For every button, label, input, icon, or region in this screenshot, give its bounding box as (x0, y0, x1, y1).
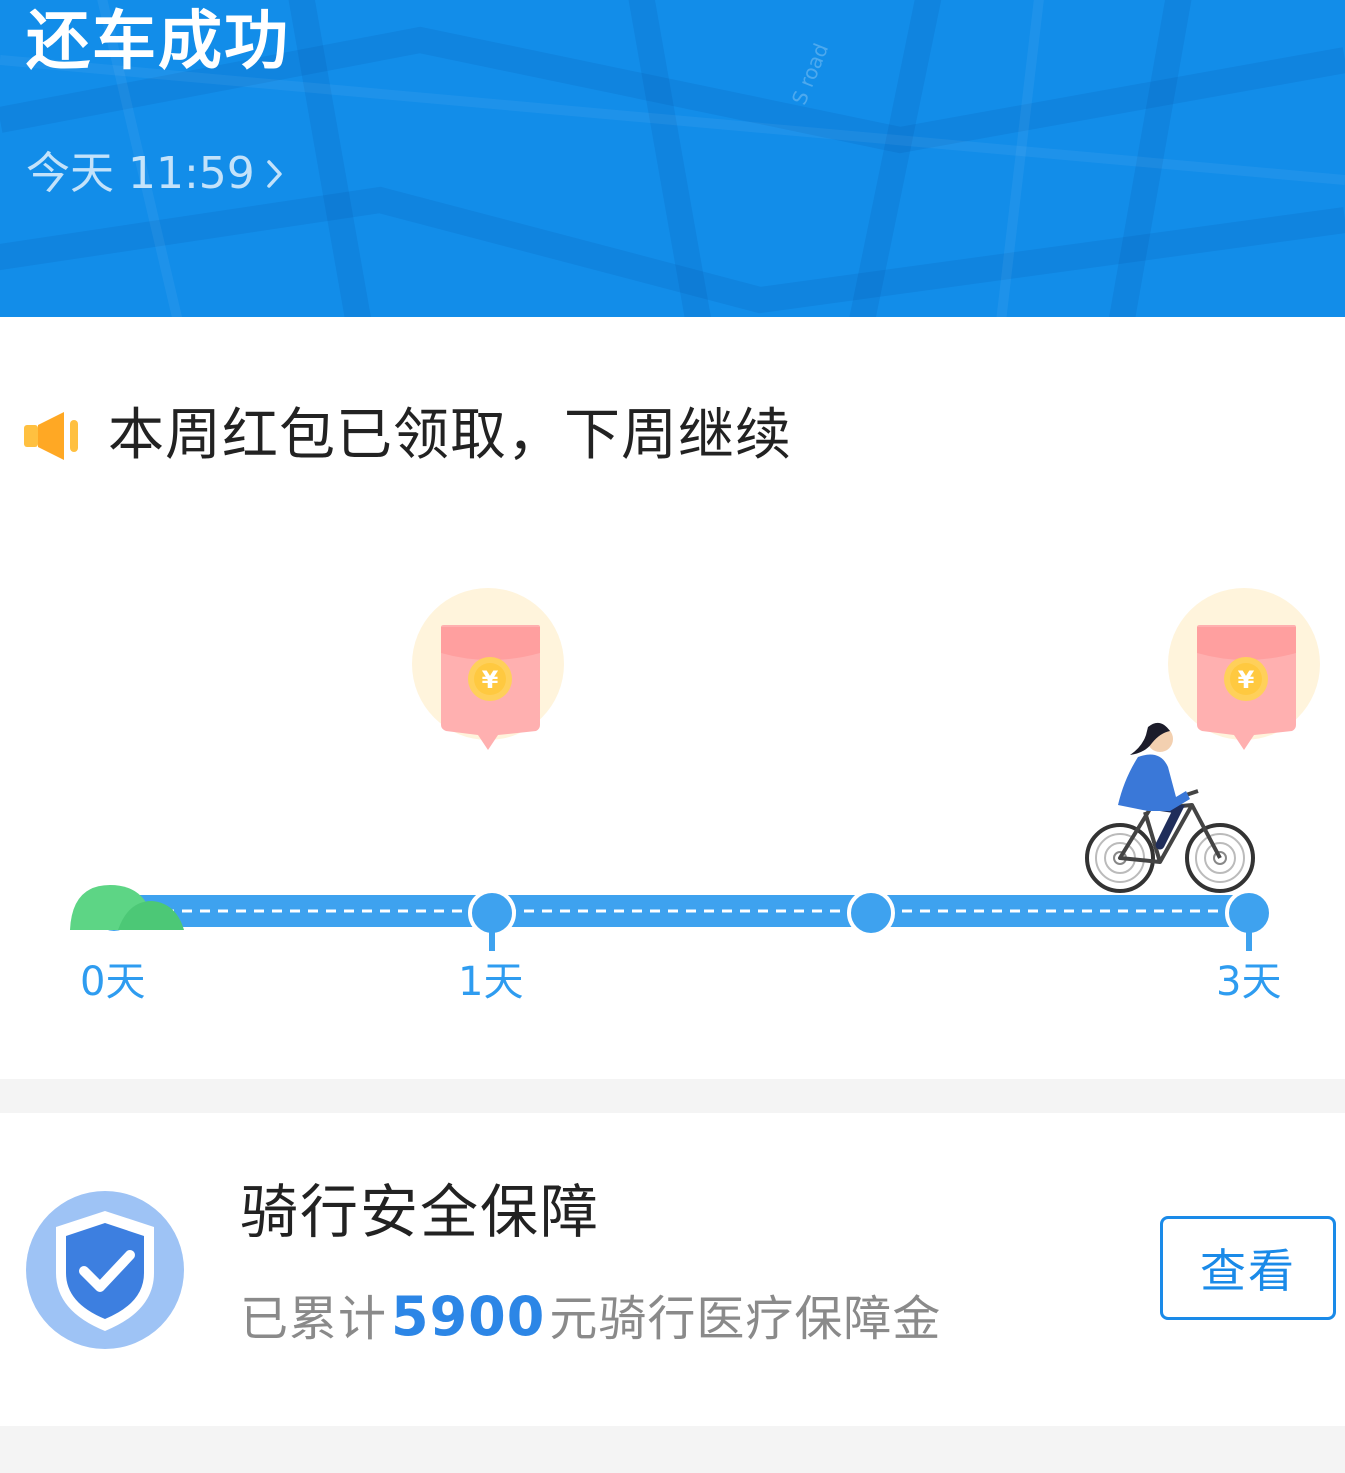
day-label-0: 0天 (80, 959, 146, 1005)
progress-track: ¥ ¥ (70, 588, 1320, 951)
red-envelope-icon[interactable]: ¥ (1168, 588, 1320, 750)
page-title: 还车成功 (26, 5, 290, 79)
red-envelope-card: 本周红包已领取，下周继续 ¥ ¥ 0天 1天 3天 (0, 317, 1345, 1079)
view-insurance-button[interactable]: 查看 (1160, 1216, 1336, 1320)
header: S road 还车成功 今天 11:59 (0, 0, 1345, 317)
return-time-link[interactable]: 今天 11:59 (26, 146, 285, 202)
insurance-subtitle-suffix: 元骑行医疗保障金 (549, 1291, 942, 1347)
day-label-1: 1天 (458, 959, 524, 1005)
red-envelope-icon[interactable]: ¥ (412, 588, 564, 750)
insurance-subtitle-prefix: 已累计 (240, 1291, 388, 1347)
progress-node (847, 889, 895, 937)
insurance-subtitle: 已累计 5900 元骑行医疗保障金 (240, 1283, 941, 1353)
hill-icon (70, 885, 184, 930)
svg-text:¥: ¥ (1238, 666, 1255, 694)
shield-check-icon (26, 1189, 184, 1355)
progress-node (468, 889, 516, 951)
cyclist-icon (1085, 722, 1255, 893)
insurance-title: 骑行安全保障 (240, 1178, 601, 1246)
insurance-card: 骑行安全保障 已累计 5900 元骑行医疗保障金 查看 (0, 1113, 1345, 1426)
progress-node (1225, 889, 1273, 951)
day-label-3: 3天 (1216, 959, 1282, 1005)
insurance-amount: 5900 (391, 1285, 546, 1348)
svg-text:¥: ¥ (482, 666, 499, 694)
chevron-right-icon (267, 160, 282, 188)
return-time-text: 今天 11:59 (26, 148, 255, 199)
